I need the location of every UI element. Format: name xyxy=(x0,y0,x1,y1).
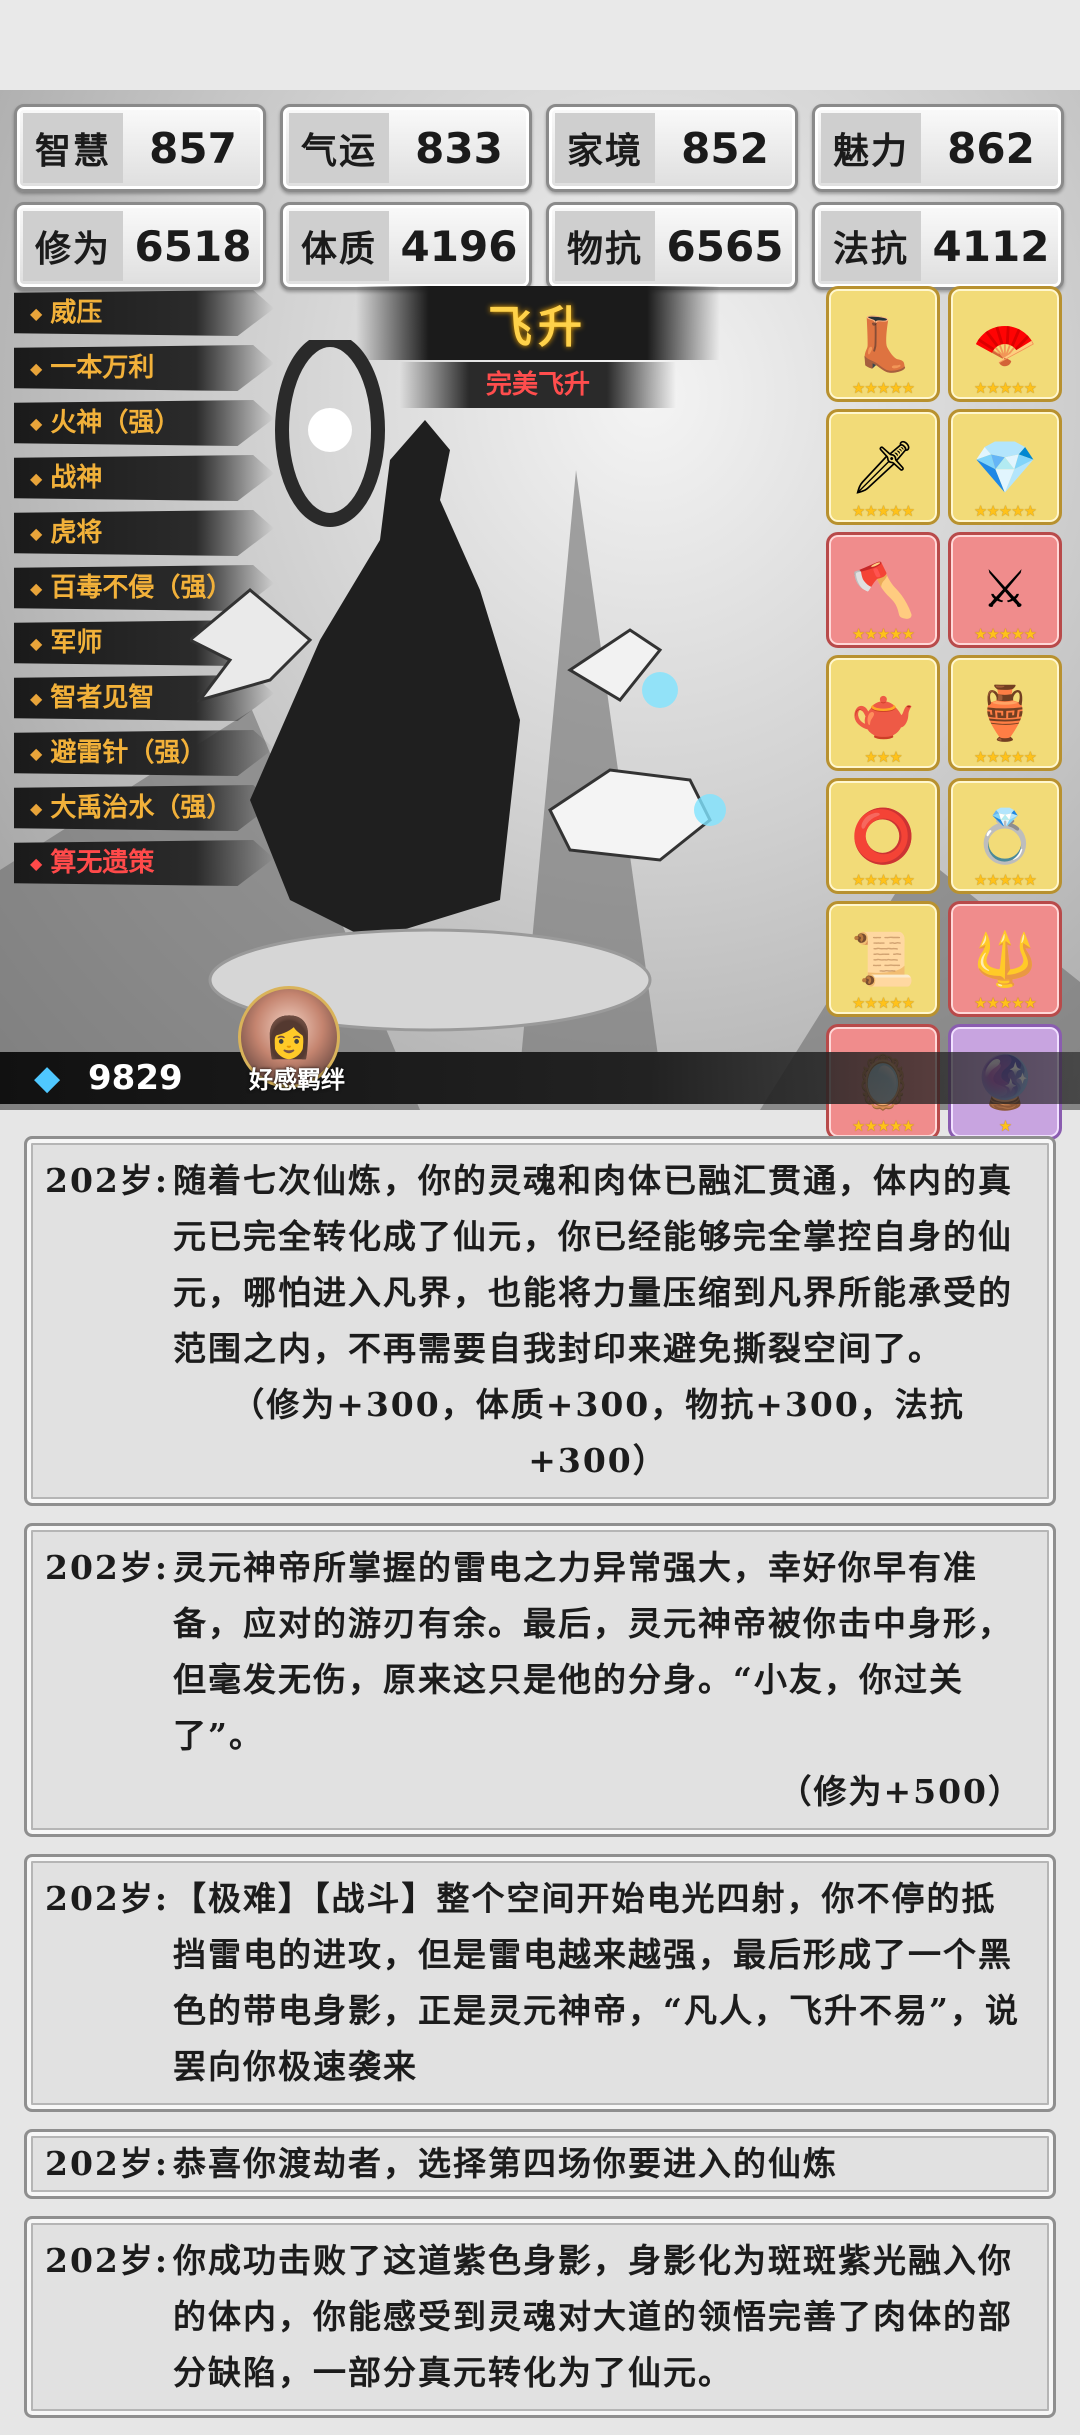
log-age: 202岁: xyxy=(45,1161,170,1200)
teapot-icon: 🫖 xyxy=(850,683,916,744)
equipment-slot[interactable]: 👢 ★★★★★ xyxy=(826,286,940,402)
star-rating: ★★★★★ xyxy=(973,379,1037,397)
wing-left xyxy=(190,588,313,703)
stat-value: 6565 xyxy=(666,221,784,271)
stat-value: 862 xyxy=(947,123,1035,173)
log-entry: 202岁: 【极难】【战斗】整个空间开始电光四射，你不停的抵挡雷电的进攻，但是雷… xyxy=(24,1854,1056,2112)
stat-charm: 魅力 862 xyxy=(812,104,1064,192)
stat-label: 智慧 xyxy=(23,113,123,183)
equipment-slot[interactable]: 🔱 ★★★★★ xyxy=(948,901,1062,1017)
stat-label: 法抗 xyxy=(821,211,921,281)
scroll-icon: 📜 xyxy=(850,929,916,990)
star-rating: ★★★★★ xyxy=(973,748,1037,766)
star-rating: ★★★★★ xyxy=(973,871,1037,889)
stat-cultivation: 修为 6518 xyxy=(14,202,266,290)
dagger-icon: 🗡 xyxy=(849,437,916,498)
log-text: 恭喜你渡劫者，选择第四场你要进入的仙炼 xyxy=(173,2144,838,2183)
equipment-slot[interactable]: 💍 ★★★★★ xyxy=(948,778,1062,894)
star-rating: ★★★★★ xyxy=(851,625,915,643)
log-age: 202岁: xyxy=(45,2241,170,2280)
star-rating: ★★★★★ xyxy=(973,994,1037,1012)
stat-label: 魅力 xyxy=(821,113,921,183)
log-reward: （修为+500） xyxy=(778,1772,1023,1811)
sword-icon: ⚔ xyxy=(981,560,1029,620)
diamond-icon: ◆ xyxy=(34,1058,61,1098)
attribute-grid: 智慧 857 气运 833 家境 852 魅力 862 修为 6518 体质 4196 物抗… xyxy=(14,104,1066,290)
stat-value: 4112 xyxy=(932,221,1050,271)
equipment-slot[interactable]: 🗡 ★★★★★ xyxy=(826,409,940,525)
immortal-character-illustration xyxy=(190,340,726,1032)
stat-label: 物抗 xyxy=(555,211,655,281)
stat-value: 833 xyxy=(415,123,503,173)
spear-icon: 🔱 xyxy=(972,929,1038,990)
stat-value: 6518 xyxy=(134,221,252,271)
stat-label: 修为 xyxy=(23,211,123,281)
equipment-slot[interactable]: 🪓 ★★★★★ xyxy=(826,532,940,648)
halo-light xyxy=(308,408,352,452)
favor-bond-label[interactable]: 好感羁绊 xyxy=(222,1060,372,1095)
status-bar-area xyxy=(0,0,1080,100)
stat-label: 体质 xyxy=(289,211,389,281)
stat-physical-resist: 物抗 6565 xyxy=(546,202,798,290)
gem-count: 9829 xyxy=(88,1058,183,1098)
equipment-slot[interactable]: 🏺 ★★★★★ xyxy=(948,655,1062,771)
halberd-icon: 🪓 xyxy=(850,560,916,621)
equipment-slot[interactable]: 🫖 ★★★ xyxy=(826,655,940,771)
log-age: 202岁: xyxy=(45,1879,170,1918)
log-entry: 202岁: 灵元神帝所掌握的雷电之力异常强大，幸好你早有准备，应对的游刃有余。最… xyxy=(24,1523,1056,1837)
log-reward: （修为+300，体质+300，物抗+300，法抗+300） xyxy=(231,1385,965,1480)
star-rating: ★★★★★ xyxy=(851,379,915,397)
equipment-slot[interactable]: ⚔ ★★★★★ xyxy=(948,532,1062,648)
stat-value: 857 xyxy=(149,123,237,173)
spirit-flame xyxy=(642,672,678,708)
star-rating: ★★★★★ xyxy=(973,625,1037,643)
star-rating: ★★★★★ xyxy=(851,1117,915,1135)
stat-label: 气运 xyxy=(289,113,389,183)
equipment-grid: 👢 ★★★★★ 🪭 ★★★★★ 🗡 ★★★★★ 💎 ★★★★★ 🪓 ★★★★★ ⚔ ★★★★★ 🫖 ★★★… xyxy=(826,286,1070,1140)
equipment-slot[interactable]: 🪭 ★★★★★ xyxy=(948,286,1062,402)
stage-title: 飞升 xyxy=(356,286,720,360)
log-text: 随着七次仙炼，你的灵魂和肉体已融汇贯通，体内的真元已完全转化成了仙元，你已经能够… xyxy=(173,1161,1013,1368)
stat-constitution: 体质 4196 xyxy=(280,202,532,290)
log-text: 【极难】【战斗】整个空间开始电光四射，你不停的抵挡雷电的进攻，但是雷电越来越强，… xyxy=(173,1879,1020,2086)
star-rating: ★★★★★ xyxy=(973,502,1037,520)
stat-magic-resist: 法抗 4112 xyxy=(812,202,1064,290)
skill-item[interactable]: 威压 xyxy=(14,290,274,336)
equipment-slot[interactable]: 📜 ★★★★★ xyxy=(826,901,940,1017)
spirit-beast xyxy=(548,768,712,862)
stage-subtitle: 完美飞升 xyxy=(400,362,676,408)
stat-family: 家境 852 xyxy=(546,104,798,192)
star-rating: ★★★★★ xyxy=(851,502,915,520)
crystal-icon: 💎 xyxy=(972,437,1038,498)
stat-label: 家境 xyxy=(555,113,655,183)
stat-wisdom: 智慧 857 xyxy=(14,104,266,192)
log-entry: 202岁: 你成功击败了这道紫色身影，身影化为斑斑紫光融入你的体内，你能感受到灵… xyxy=(24,2216,1056,2418)
star-rating: ★★★★★ xyxy=(851,871,915,889)
equipment-slot[interactable]: 💎 ★★★★★ xyxy=(948,409,1062,525)
log-age: 202岁: xyxy=(45,1548,170,1587)
boots-icon: 👢 xyxy=(850,314,916,375)
stat-luck: 气运 833 xyxy=(280,104,532,192)
bracelet-icon: ⭕ xyxy=(850,806,916,867)
event-log: 202岁: 随着七次仙炼，你的灵魂和肉体已融汇贯通，体内的真元已完全转化成了仙元… xyxy=(24,1136,1056,2435)
star-rating: ★ xyxy=(998,1117,1012,1135)
log-entry: 202岁: 恭喜你渡劫者，选择第四场你要进入的仙炼 xyxy=(24,2129,1056,2199)
fan-icon: 🪭 xyxy=(972,314,1038,375)
equipment-slot[interactable]: ⭕ ★★★★★ xyxy=(826,778,940,894)
log-entry: 202岁: 随着七次仙炼，你的灵魂和肉体已融汇贯通，体内的真元已完全转化成了仙元… xyxy=(24,1136,1056,1506)
log-text: 你成功击败了这道紫色身影，身影化为斑斑紫光融入你的体内，你能感受到灵魂对大道的领… xyxy=(173,2241,1013,2392)
stat-value: 852 xyxy=(681,123,769,173)
star-rating: ★★★★★ xyxy=(851,994,915,1012)
log-age: 202岁: xyxy=(45,2144,170,2183)
gourd-icon: 🏺 xyxy=(972,683,1038,744)
spirit-flame xyxy=(694,794,726,826)
star-rating: ★★★ xyxy=(864,748,902,766)
log-text: 灵元神帝所掌握的雷电之力异常强大，幸好你早有准备，应对的游刃有余。最后，灵元神帝… xyxy=(173,1548,1013,1755)
stat-value: 4196 xyxy=(400,221,518,271)
ring-icon: 💍 xyxy=(972,806,1038,867)
